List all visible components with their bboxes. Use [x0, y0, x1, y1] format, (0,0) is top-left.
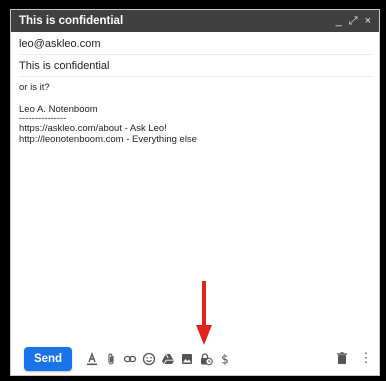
subject-value: This is confidential: [19, 59, 110, 72]
attach-icon[interactable]: [104, 352, 118, 366]
to-value: leo@askleo.com: [19, 37, 101, 50]
body-line: Leo A. Notenboom: [19, 104, 98, 115]
minimize-icon[interactable]: _: [336, 15, 342, 27]
expand-icon[interactable]: ⤢: [349, 15, 358, 27]
formatting-icons: $: [85, 352, 232, 366]
svg-text:$: $: [221, 353, 229, 367]
compose-window: This is confidential _ ⤢ × leo@askleo.co…: [10, 9, 380, 376]
dollar-icon[interactable]: $: [218, 352, 232, 367]
subject-field[interactable]: This is confidential: [19, 55, 373, 77]
compose-title: This is confidential: [19, 15, 124, 27]
annotation-arrow: [196, 281, 212, 345]
toolbar-right: ⋮: [335, 350, 373, 365]
more-options-icon[interactable]: ⋮: [359, 350, 373, 365]
body-line: https://askleo.com/about - Ask Leo!: [19, 123, 167, 134]
message-body[interactable]: or is it? Leo A. Notenboom -------------…: [19, 82, 369, 145]
window-controls: _ ⤢ ×: [336, 15, 371, 27]
body-line: or is it?: [19, 82, 50, 93]
emoji-icon[interactable]: [142, 352, 156, 366]
body-line: [19, 93, 369, 104]
photo-icon[interactable]: [180, 352, 194, 366]
compose-toolbar: Send $ ⋮: [11, 344, 379, 374]
confidential-mode-icon[interactable]: [199, 352, 213, 366]
body-line: http://leonotenboom.com - Everything els…: [19, 134, 197, 145]
link-icon[interactable]: [123, 352, 137, 366]
trash-icon[interactable]: [335, 351, 349, 365]
drive-icon[interactable]: [161, 352, 175, 366]
compose-titlebar[interactable]: This is confidential _ ⤢ ×: [11, 10, 379, 32]
to-field[interactable]: leo@askleo.com: [19, 33, 373, 55]
send-button[interactable]: Send: [24, 347, 72, 371]
format-text-icon[interactable]: [85, 352, 99, 366]
body-line: ---------------: [19, 113, 67, 124]
close-icon[interactable]: ×: [365, 15, 371, 27]
